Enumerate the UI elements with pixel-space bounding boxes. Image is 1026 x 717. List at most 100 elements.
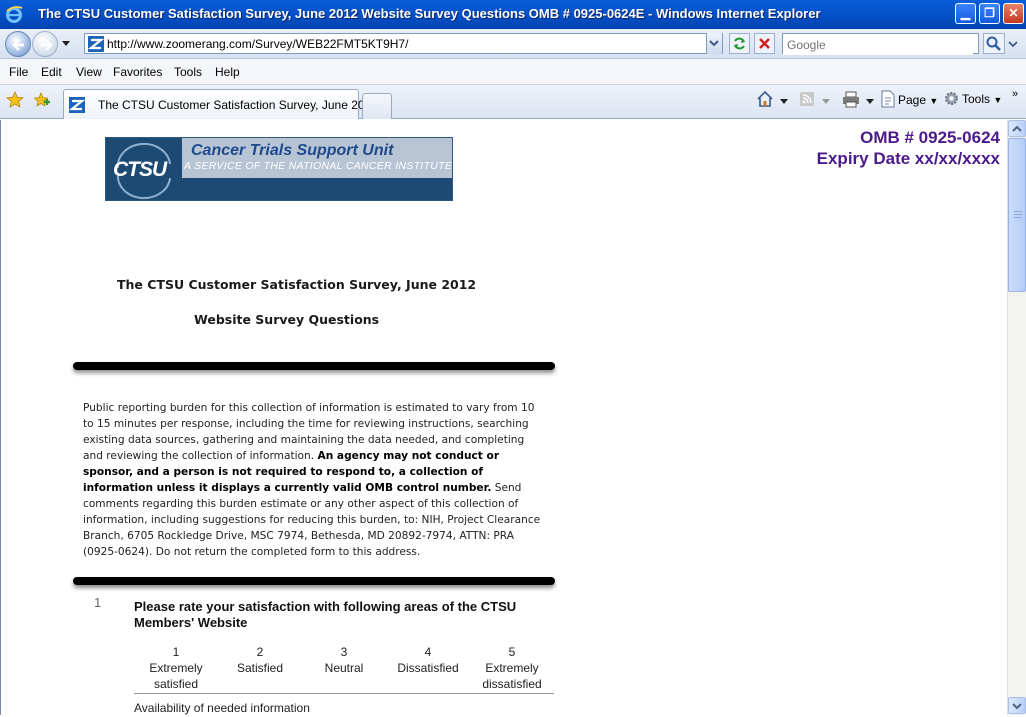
search-button[interactable] (983, 33, 1005, 54)
survey-title: The CTSU Customer Satisfaction Survey, J… (117, 277, 477, 292)
omb-info: OMB # 0925-0624 Expiry Date xx/xx/xxxx (817, 127, 1000, 169)
window-title-bar: The CTSU Customer Satisfaction Survey, J… (0, 0, 1026, 29)
maximize-icon: ❐ (984, 6, 995, 20)
ctsu-logo: CTSU Cancer Trials Support Unit A SERVIC… (105, 137, 453, 201)
scale-number: 5 (508, 645, 516, 659)
address-bar[interactable]: http://www.zoomerang.com/Survey/WEB22FMT… (84, 33, 723, 54)
close-icon: ✕ (1008, 6, 1019, 20)
tab-label: The CTSU Customer Satisfaction Survey, J… (98, 98, 382, 112)
menu-view[interactable]: View (76, 65, 102, 79)
address-url[interactable]: http://www.zoomerang.com/Survey/WEB22FMT… (107, 37, 408, 51)
minimize-button[interactable]: ▁ (955, 3, 976, 24)
scale-number: 3 (340, 645, 348, 659)
scale-number: 4 (424, 645, 432, 659)
search-icon (986, 36, 1001, 51)
omb-number: OMB # 0925-0624 (860, 128, 1000, 147)
forward-arrow-icon (41, 39, 53, 51)
tools-dropdown-icon: ▼ (993, 95, 1003, 105)
recent-pages-dropdown-icon[interactable] (62, 39, 70, 47)
logo-acronym: CTSU (113, 158, 167, 181)
zoomerang-favicon-icon (69, 97, 85, 113)
menu-favorites[interactable]: Favorites (113, 65, 162, 79)
back-button[interactable] (5, 31, 31, 57)
window-title: The CTSU Customer Satisfaction Survey, J… (38, 6, 821, 21)
menu-bar: File Edit View Favorites Tools Help (0, 59, 1026, 85)
logo-name: Cancer Trials Support Unit (191, 142, 394, 159)
chevron-down-icon (709, 40, 719, 47)
question-text: Please rate your satisfaction with follo… (134, 599, 517, 630)
stop-icon (759, 38, 770, 49)
printer-icon (843, 91, 859, 108)
menu-tools[interactable]: Tools (174, 65, 202, 79)
page-icon (881, 90, 895, 108)
page-dropdown-icon: ▼ (929, 96, 939, 106)
menu-help[interactable]: Help (215, 65, 240, 79)
address-toolbar: http://www.zoomerang.com/Survey/WEB22FMT… (0, 29, 1026, 59)
page-menu-label: Page (898, 93, 927, 107)
tab-ctsu-survey[interactable]: The CTSU Customer Satisfaction Survey, J… (63, 89, 381, 119)
tab-bar: The CTSU Customer Satisfaction Survey, J… (0, 85, 1026, 119)
grip-line (1014, 214, 1022, 215)
omb-expiry: Expiry Date xx/xx/xxxx (816, 149, 1000, 168)
scale-header-4: 4 Dissatisfied (386, 644, 470, 676)
scale-number: 1 (172, 645, 180, 659)
scale-label: Dissatisfied (397, 661, 459, 675)
scale-label: Extremely dissatisfied (482, 661, 542, 691)
scale-header-2: 2 Satisfied (218, 644, 302, 676)
grip-line (1014, 211, 1022, 212)
page-menu-button[interactable]: Page ▼ (880, 90, 938, 108)
scale-header-1: 1 Extremely satisfied (134, 644, 218, 692)
scroll-down-button[interactable] (1008, 697, 1026, 714)
refresh-button[interactable] (729, 33, 750, 54)
search-options-dropdown-icon[interactable] (1006, 33, 1020, 54)
scale-header-3: 3 Neutral (302, 644, 386, 676)
add-to-favorites-icon[interactable] (32, 91, 50, 109)
section-divider (73, 362, 555, 370)
print-button[interactable] (841, 90, 861, 111)
scale-label: Extremely satisfied (149, 661, 203, 691)
search-box[interactable] (782, 33, 979, 55)
maximize-button[interactable]: ❐ (979, 3, 1000, 24)
tools-menu-label: Tools (962, 92, 991, 106)
refresh-icon (734, 37, 745, 50)
close-button[interactable]: ✕ (1003, 3, 1024, 24)
minimize-icon: ▁ (960, 6, 971, 20)
logo-seal: CTSU (106, 138, 182, 200)
zoomerang-favicon-icon (88, 36, 104, 52)
survey-subtitle: Website Survey Questions (194, 312, 380, 327)
stop-button[interactable] (754, 33, 775, 54)
more-commands-chevron-icon[interactable]: » (1012, 88, 1018, 100)
new-tab-button[interactable] (362, 93, 392, 119)
logo-tagline: A SERVICE OF THE NATIONAL CANCER INSTITU… (184, 160, 453, 172)
scale-number: 2 (256, 645, 264, 659)
home-icon (757, 90, 773, 107)
tools-menu-button[interactable]: Tools ▼ (943, 90, 1002, 107)
forward-button[interactable] (32, 31, 58, 57)
address-dropdown-button[interactable] (706, 33, 722, 54)
gear-icon (945, 92, 958, 105)
internet-explorer-icon (6, 6, 23, 23)
chevron-up-icon (1012, 125, 1022, 132)
scale-label: Neutral (324, 661, 364, 675)
feeds-dropdown-icon[interactable] (822, 97, 830, 105)
section-divider (73, 577, 555, 585)
chevron-down-icon (1012, 703, 1022, 710)
rss-feed-icon (800, 92, 814, 106)
question-number: 1 (94, 595, 102, 610)
vertical-scrollbar[interactable] (1007, 120, 1026, 715)
print-dropdown-icon[interactable] (866, 97, 874, 105)
home-dropdown-icon[interactable] (780, 97, 788, 105)
rating-row-label: Availability of needed information (134, 701, 310, 715)
scale-label: Satisfied (236, 661, 284, 675)
scroll-thumb[interactable] (1008, 138, 1026, 292)
feeds-button[interactable] (798, 90, 816, 111)
favorites-star-icon[interactable] (6, 91, 24, 109)
menu-edit[interactable]: Edit (41, 65, 62, 79)
burden-statement: Public reporting burden for this collect… (83, 400, 545, 560)
grip-line (1014, 217, 1022, 218)
back-arrow-icon (12, 39, 24, 51)
search-input[interactable] (783, 35, 973, 55)
menu-file[interactable]: File (9, 65, 28, 79)
scroll-up-button[interactable] (1008, 120, 1026, 137)
home-button[interactable] (756, 90, 774, 111)
